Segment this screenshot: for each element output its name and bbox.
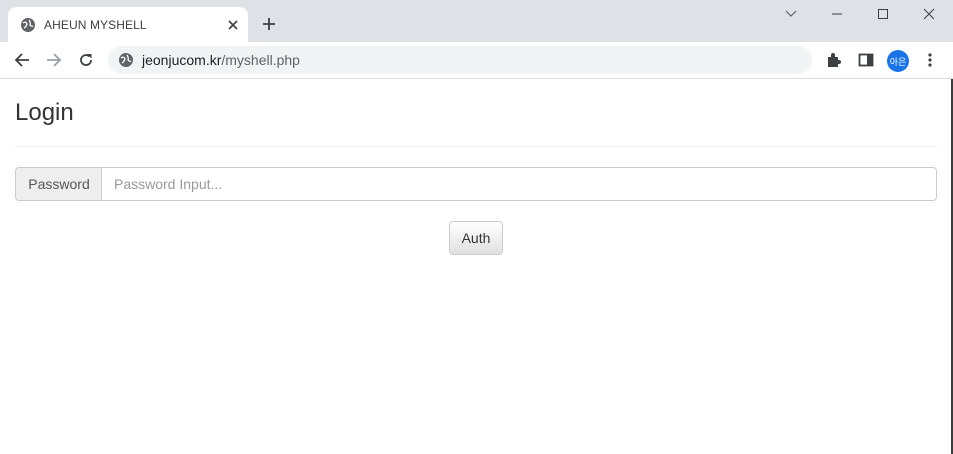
auth-button[interactable]: Auth — [449, 221, 503, 255]
address-bar[interactable]: jeonjucom.kr/myshell.php — [108, 46, 812, 74]
password-input[interactable] — [101, 167, 937, 201]
more-vert-icon[interactable] — [920, 50, 940, 70]
close-icon[interactable] — [224, 16, 242, 34]
divider — [15, 146, 937, 147]
chevron-down-icon[interactable] — [782, 5, 800, 23]
minimize-icon[interactable] — [828, 5, 846, 23]
password-label: Password — [15, 167, 103, 201]
page-content: Login Password Auth — [0, 79, 951, 454]
site-info-icon[interactable] — [118, 52, 134, 68]
window-close-icon[interactable] — [920, 5, 938, 23]
url-path: /myshell.php — [221, 52, 300, 68]
browser-tab[interactable]: AHEUN MYSHELL — [8, 7, 248, 42]
reload-icon[interactable] — [76, 50, 96, 70]
plus-icon[interactable] — [259, 14, 279, 34]
tab-title: AHEUN MYSHELL — [44, 18, 147, 32]
back-arrow-icon[interactable] — [12, 50, 32, 70]
page-title: Login — [15, 99, 74, 126]
browser-toolbar: jeonjucom.kr/myshell.php 아은 — [0, 42, 953, 79]
side-panel-icon[interactable] — [856, 50, 876, 70]
url-text: jeonjucom.kr/myshell.php — [142, 52, 300, 68]
url-host: jeonjucom.kr — [142, 52, 222, 68]
forward-arrow-icon[interactable] — [44, 50, 64, 70]
globe-icon — [20, 17, 36, 33]
extensions-icon[interactable] — [824, 50, 844, 70]
password-input-group: Password — [15, 167, 937, 201]
maximize-icon[interactable] — [874, 5, 892, 23]
avatar[interactable]: 아은 — [887, 50, 909, 72]
tab-strip: AHEUN MYSHELL — [0, 0, 953, 42]
